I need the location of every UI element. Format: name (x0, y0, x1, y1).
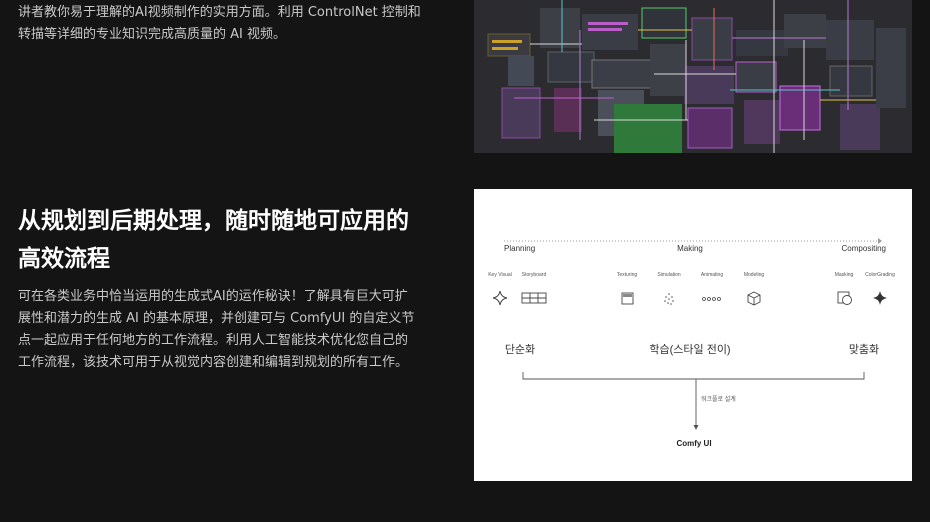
target-comfy-ui: Comfy UI (676, 439, 711, 448)
section-body-line-3: 点一起应用于任何地方的工作流程。利用人工智能技术优化您自己的 (18, 333, 409, 348)
comfyui-node-graph-screenshot (474, 0, 912, 153)
tool-label-masking: Masking (835, 272, 854, 278)
phase-label-compositing: Compositing (842, 244, 886, 253)
keyframes-icon (702, 297, 721, 301)
tool-label-colorgrading: ColorGrading (865, 272, 895, 278)
tool-label-modeling: Modeling (744, 272, 765, 278)
workflow-diagram-svg: Planning Making Compositing Key Visual S… (488, 238, 895, 448)
tool-label-animating: Animating (701, 272, 723, 278)
cube-icon (747, 291, 761, 306)
texture-square-icon (621, 292, 634, 305)
sparkle-outline-icon (492, 290, 508, 306)
tool-label-key-visual: Key Visual (488, 272, 512, 278)
section-body-line-4: 工作流程，该技术可用于从视觉内容创建和编辑到规划的所有工作。 (18, 355, 409, 370)
storyboard-grid-icon (521, 292, 547, 304)
stage-learning-style-transfer: 학습(스타일 전이) (649, 342, 730, 356)
stage-bracket (522, 372, 865, 380)
phase-label-making: Making (677, 244, 703, 253)
stage-customization: 맞춤화 (849, 343, 879, 356)
tool-label-simulation: Simulation (657, 272, 681, 278)
flow-arrowhead-icon (693, 425, 699, 430)
intro-line-2: 转描等详细的专业知识完成高质量的 AI 视频。 (18, 27, 286, 42)
section-body: 可在各类业务中恰当运用的生成式AI的运作秘诀！了解具有巨大可扩 展性和潜力的生成… (18, 286, 458, 374)
particles-icon (664, 293, 674, 305)
stage-simplification: 단순화 (505, 343, 535, 356)
section-body-line-1: 可在各类业务中恰当运用的生成式AI的运作秘诀！了解具有巨大可扩 (18, 289, 408, 304)
workflow-diagram: Planning Making Compositing Key Visual S… (474, 189, 912, 481)
section-title: 从规划到后期处理，随时随地可应用的 高效流程 (18, 202, 468, 278)
phase-label-planning: Planning (504, 244, 535, 253)
tool-label-storyboard: Storyboard (522, 272, 547, 278)
arrow-label: 워크플로 설계 (701, 395, 736, 403)
intro-text: 讲者教你易于理解的AI视频制作的实用方面。利用 ControlNet 控制和 转… (18, 2, 468, 46)
node-graph-image (474, 0, 912, 153)
section-title-line-2: 高效流程 (18, 246, 110, 272)
section-title-line-1: 从规划到后期处理，随时随地可应用的 (18, 208, 409, 234)
section-body-line-2: 展性和潜力的生成 AI 的基本原理，并创建可与 ComfyUI 的自定义节 (18, 311, 415, 326)
mask-icon (837, 291, 852, 305)
tool-label-texturing: Texturing (617, 272, 638, 278)
sparkle-filled-icon (873, 291, 887, 305)
intro-line-1: 讲者教你易于理解的AI视频制作的实用方面。利用 ControlNet 控制和 (18, 5, 421, 20)
